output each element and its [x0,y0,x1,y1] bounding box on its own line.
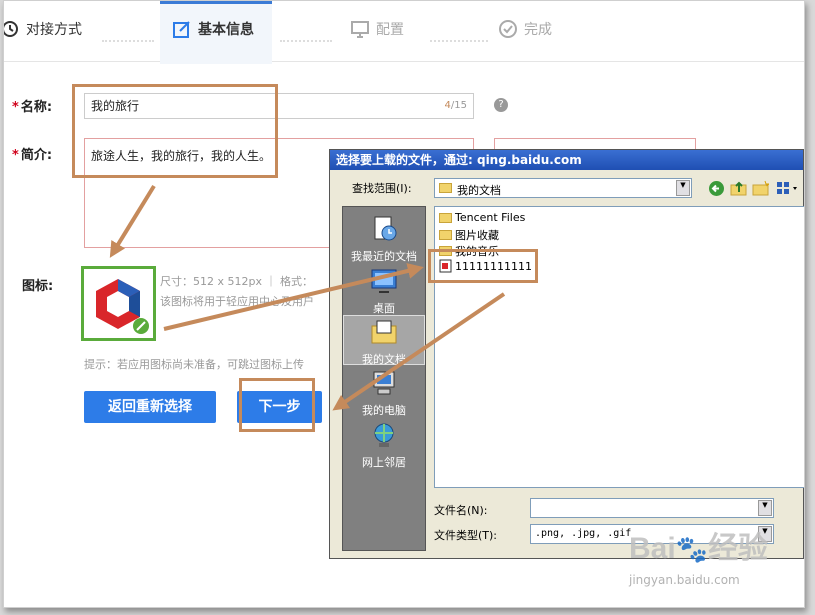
annotation-arrows [109,184,506,411]
arrow-to-icon [109,184,156,258]
watermark-brand: Bai [629,532,676,565]
baidu-jingyan-watermark: Bai🐾经验 jingyan.baidu.com [629,532,769,587]
arrow-to-next [332,292,506,411]
page-frame: 对接方式 基本信息 配置 完成 * 名称: 我的旅行 4/15 ? * 简介: 旅途… [3,0,805,608]
watermark-brand2: 经验 [708,532,769,565]
watermark-url: jingyan.baidu.com [629,573,740,587]
arrow-to-file [163,263,424,331]
